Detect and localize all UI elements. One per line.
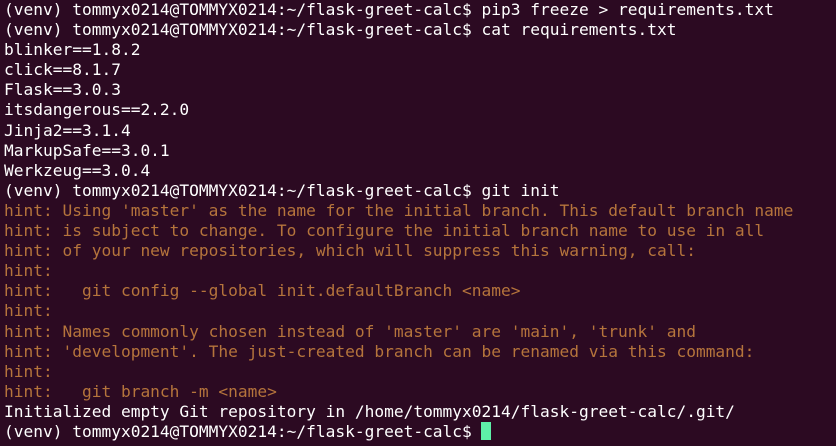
terminal-line-output: Flask==3.0.3 — [4, 80, 121, 100]
terminal-line-hint: hint: is subject to change. To configure… — [4, 221, 765, 241]
terminal-line-hint: hint: 'development'. The just-created br… — [4, 341, 755, 361]
terminal-line-hint: hint: — [4, 261, 53, 281]
terminal-line-hint: hint: — [4, 301, 53, 321]
terminal-line-output: Initialized empty Git repository in /hom… — [4, 401, 735, 421]
terminal-line-command: (venv) tommyx0214@TOMMYX0214:~/flask-gre… — [4, 0, 774, 19]
terminal-line-command: (venv) tommyx0214@TOMMYX0214:~/flask-gre… — [4, 180, 560, 200]
terminal-line-output: click==8.1.7 — [4, 60, 121, 80]
terminal-line-output: blinker==1.8.2 — [4, 40, 141, 60]
terminal-line-hint: hint: of your new repositories, which wi… — [4, 241, 696, 261]
terminal-prompt-line[interactable]: (venv) tommyx0214@TOMMYX0214:~/flask-gre… — [4, 421, 832, 442]
terminal-line-command: (venv) tommyx0214@TOMMYX0214:~/flask-gre… — [4, 20, 677, 40]
terminal-line-hint: hint: Names commonly chosen instead of '… — [4, 321, 696, 341]
terminal-line-output: itsdangerous==2.2.0 — [4, 100, 190, 120]
terminal-cursor — [480, 421, 491, 440]
terminal-line-hint: hint: git config --global init.defaultBr… — [4, 281, 521, 301]
terminal-line-hint: hint: Using 'master' as the name for the… — [4, 200, 794, 220]
terminal-line-output: MarkupSafe==3.0.1 — [4, 140, 170, 160]
terminal-window[interactable]: (venv) tommyx0214@TOMMYX0214:~/flask-gre… — [0, 0, 836, 446]
terminal-line-hint: hint: — [4, 361, 53, 381]
terminal-line-output: Werkzeug==3.0.4 — [4, 160, 151, 180]
terminal-line-hint: hint: git branch -m <name> — [4, 381, 277, 401]
terminal-prompt: (venv) tommyx0214@TOMMYX0214:~/flask-gre… — [4, 421, 472, 441]
terminal-line-output: Jinja2==3.1.4 — [4, 120, 131, 140]
